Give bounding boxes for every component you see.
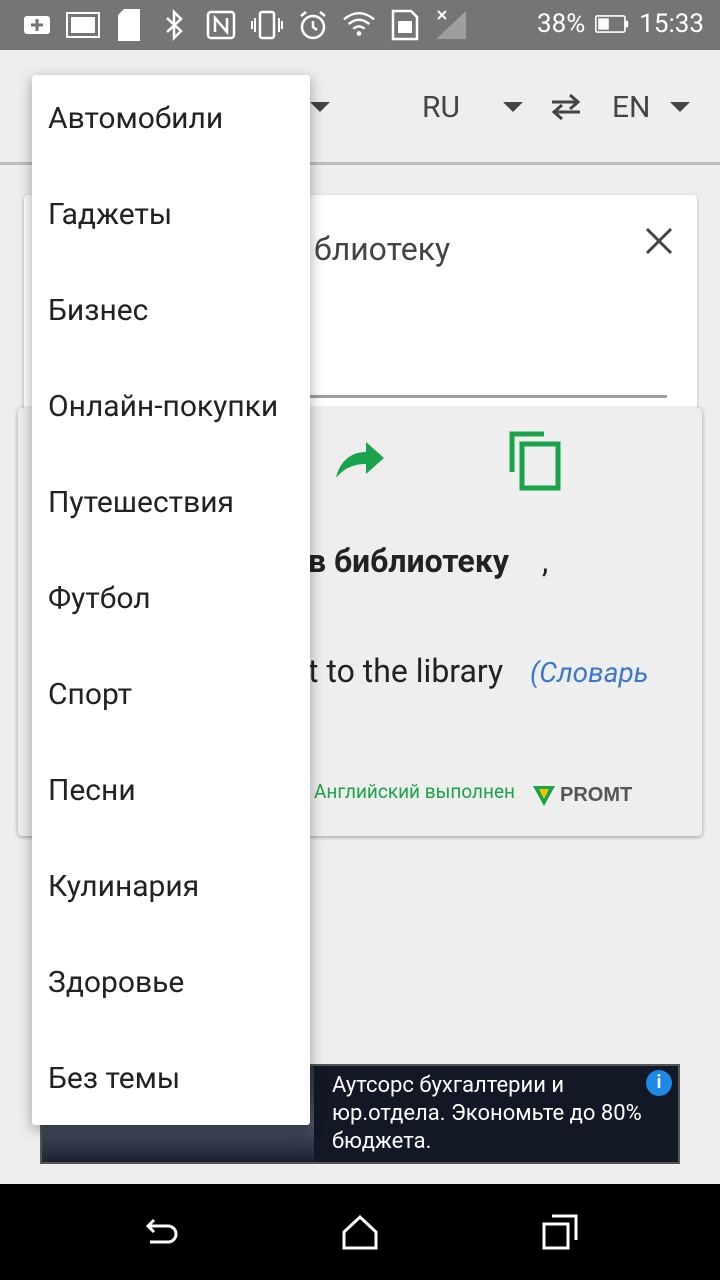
menu-item-football[interactable]: Футбол xyxy=(48,569,151,629)
source-lang-caret-icon[interactable] xyxy=(503,102,523,112)
menu-item-business[interactable]: Бизнес xyxy=(48,281,148,341)
ad-info-icon[interactable]: i xyxy=(646,1070,672,1096)
clock: 15:33 xyxy=(639,9,704,39)
battery-icon xyxy=(595,7,629,41)
menu-item-health[interactable]: Здоровье xyxy=(48,953,184,1013)
sim-icon xyxy=(388,8,422,42)
target-language[interactable]: EN xyxy=(612,90,650,125)
source-language[interactable]: RU xyxy=(422,90,460,125)
menu-item-travel[interactable]: Путешествия xyxy=(48,473,234,533)
copy-icon[interactable] xyxy=(508,430,564,492)
menu-item-no-topic[interactable]: Без темы xyxy=(48,1049,180,1109)
close-icon[interactable] xyxy=(641,223,677,259)
battery-percent: 38% xyxy=(536,9,586,39)
result-comma: , xyxy=(542,542,549,580)
menu-item-gadgets[interactable]: Гаджеты xyxy=(48,185,172,245)
result-source-text: в библиотеку xyxy=(308,542,509,580)
home-icon[interactable] xyxy=(340,1212,380,1252)
promt-label: PROMT xyxy=(560,784,633,806)
vibrate-icon xyxy=(250,8,284,42)
bluetooth-icon xyxy=(158,8,192,42)
status-bar: 38% 15:33 xyxy=(0,0,720,50)
category-dropdown-caret-icon[interactable] xyxy=(310,102,330,112)
translation-credit: Английский выполнен xyxy=(314,780,515,803)
target-lang-caret-icon[interactable] xyxy=(670,102,690,112)
menu-item-sport[interactable]: Спорт xyxy=(48,665,132,725)
dictionary-link[interactable]: (Словарь xyxy=(530,656,648,689)
image-icon xyxy=(66,8,100,42)
nfc-icon xyxy=(204,8,238,42)
sd-card-icon xyxy=(112,8,146,42)
menu-item-cars[interactable]: Автомобили xyxy=(48,89,223,149)
result-translation: t to the library xyxy=(308,652,504,690)
promt-logo-icon xyxy=(533,785,555,806)
recents-icon[interactable] xyxy=(540,1212,580,1252)
menu-item-songs[interactable]: Песни xyxy=(48,761,136,821)
menu-item-cooking[interactable]: Кулинария xyxy=(48,857,199,917)
promt-logo: PROMT xyxy=(532,784,632,807)
input-text[interactable]: блиотеку xyxy=(314,230,450,268)
ad-text[interactable]: Аутсорс бухгалтерии и юр.отдела. Экономь… xyxy=(332,1072,652,1156)
wifi-icon xyxy=(342,8,376,42)
signal-icon xyxy=(434,8,468,42)
alarm-icon xyxy=(296,8,330,42)
navigation-bar xyxy=(0,1184,720,1280)
menu-item-online-shopping[interactable]: Онлайн-покупки xyxy=(48,377,278,437)
category-menu: Автомобили Гаджеты Бизнес Онлайн-покупки… xyxy=(32,75,310,1125)
plus-icon xyxy=(20,8,54,42)
back-icon[interactable] xyxy=(140,1212,180,1252)
swap-languages-icon[interactable] xyxy=(548,92,584,122)
share-icon[interactable] xyxy=(334,436,386,480)
